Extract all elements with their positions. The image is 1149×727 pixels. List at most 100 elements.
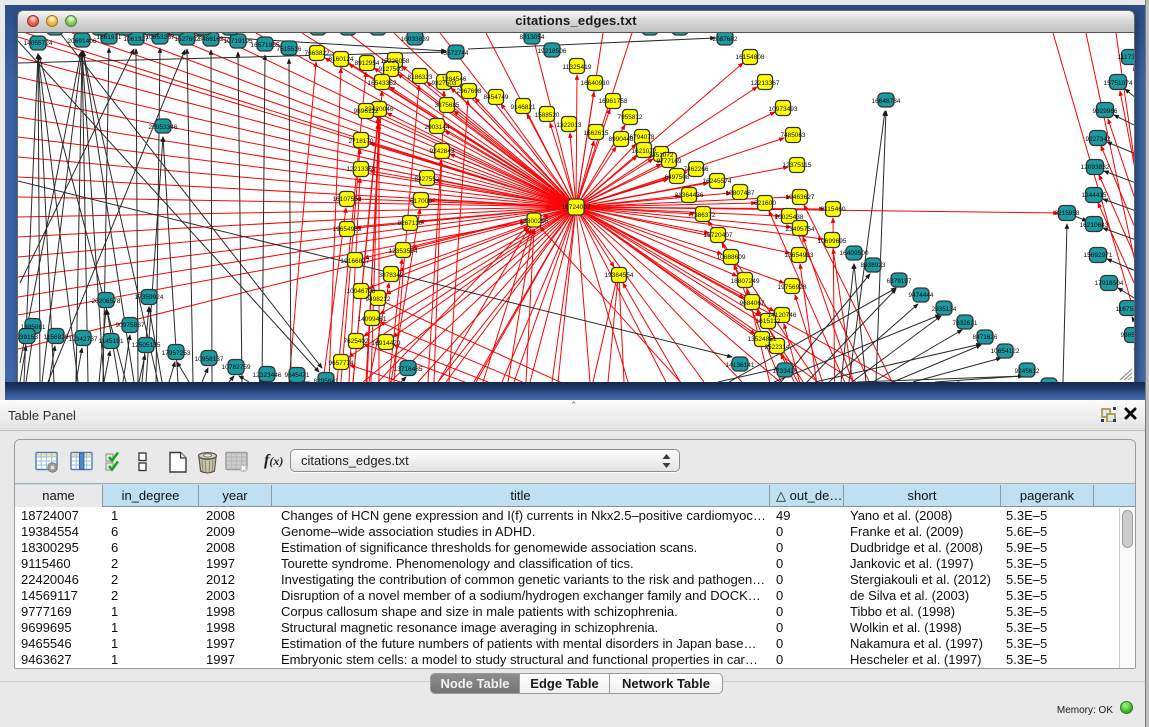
svg-text:10046798: 10046798 — [347, 288, 376, 295]
svg-text:9146821: 9146821 — [511, 104, 536, 111]
svg-text:15751074: 15751074 — [1104, 80, 1133, 87]
svg-text:7515526: 7515526 — [277, 46, 302, 53]
svg-text:19384554: 19384554 — [605, 272, 634, 279]
svg-text:9498212: 9498212 — [366, 296, 391, 303]
svg-text:11325419: 11325419 — [563, 64, 592, 71]
svg-text:2087682: 2087682 — [713, 36, 738, 43]
svg-text:1861971: 1861971 — [97, 34, 122, 41]
svg-text:3572744: 3572744 — [444, 50, 469, 57]
svg-text:19218506: 19218506 — [538, 48, 567, 55]
svg-text:12353594: 12353594 — [389, 248, 418, 255]
svg-text:1615112: 1615112 — [756, 318, 781, 325]
svg-text:16245574: 16245574 — [703, 178, 732, 185]
svg-text:10782759: 10782759 — [222, 364, 251, 371]
svg-text:7462266: 7462266 — [684, 166, 709, 173]
svg-text:10688609: 10688609 — [717, 254, 746, 261]
svg-text:17359924: 17359924 — [135, 294, 164, 301]
svg-text:1156829: 1156829 — [44, 334, 69, 341]
svg-text:13524851: 13524851 — [748, 336, 777, 343]
svg-text:10973493: 10973493 — [769, 106, 798, 113]
svg-text:15720407: 15720407 — [704, 232, 733, 239]
svg-text:2967608: 2967608 — [457, 88, 482, 95]
svg-text:9896112: 9896112 — [354, 108, 379, 115]
svg-text:10958137: 10958137 — [195, 356, 224, 363]
svg-text:16640910: 16640910 — [581, 80, 610, 87]
svg-text:14099481: 14099481 — [358, 316, 387, 323]
svg-text:1117352: 1117352 — [1118, 54, 1136, 61]
svg-text:14136141: 14136141 — [726, 362, 755, 369]
svg-text:12342737: 12342737 — [69, 336, 98, 343]
svg-text:7663822: 7663822 — [305, 50, 330, 57]
svg-text:8186323: 8186323 — [408, 74, 433, 81]
svg-text:8267130: 8267130 — [398, 220, 423, 227]
svg-text:6794078: 6794078 — [630, 134, 655, 141]
svg-text:9645471: 9645471 — [285, 372, 310, 379]
svg-text:1733426: 1733426 — [773, 368, 798, 375]
svg-text:7955812: 7955812 — [618, 114, 643, 121]
svg-text:19756928: 19756928 — [778, 284, 807, 291]
svg-text:1284546: 1284546 — [442, 76, 467, 83]
svg-text:12505135: 12505135 — [132, 342, 161, 349]
svg-text:8466162: 8466162 — [199, 36, 224, 43]
svg-text:9474444: 9474444 — [909, 292, 934, 299]
svg-text:1145191: 1145191 — [99, 338, 124, 345]
svg-text:1322013: 1322013 — [557, 122, 582, 129]
svg-text:12323446: 12323446 — [253, 372, 282, 379]
svg-text:19166827: 19166827 — [341, 258, 370, 265]
svg-text:7386372: 7386372 — [691, 212, 716, 219]
svg-text:621600: 621600 — [754, 200, 776, 207]
svg-text:16107553: 16107553 — [333, 196, 362, 203]
svg-text:1385061: 1385061 — [21, 324, 46, 331]
svg-text:7632621: 7632621 — [953, 320, 978, 327]
svg-text:8813054: 8813054 — [520, 34, 545, 41]
svg-text:3215958: 3215958 — [1055, 210, 1080, 217]
svg-text:15692971: 15692971 — [1084, 252, 1113, 259]
svg-text:617006: 617006 — [410, 198, 432, 205]
svg-text:20691406: 20691406 — [68, 38, 97, 45]
svg-text:1167533: 1167533 — [1116, 306, 1136, 313]
svg-text:16409500: 16409500 — [840, 250, 869, 257]
svg-text:8160124: 8160124 — [329, 56, 354, 63]
svg-text:8454749: 8454749 — [484, 94, 509, 101]
svg-text:14055724: 14055724 — [24, 40, 53, 47]
svg-text:9657774: 9657774 — [329, 360, 354, 367]
svg-text:16543362: 16543362 — [368, 80, 397, 87]
svg-text:7485063: 7485063 — [781, 132, 806, 139]
svg-text:9329966: 9329966 — [1093, 108, 1118, 115]
svg-text:16571955: 16571955 — [251, 42, 280, 49]
svg-text:10025438: 10025438 — [775, 214, 804, 221]
svg-text:16648784: 16648784 — [872, 98, 901, 105]
svg-text:16914479: 16914479 — [372, 340, 401, 347]
svg-text:10654122: 10654122 — [991, 348, 1020, 355]
svg-text:1527602: 1527602 — [175, 36, 200, 43]
svg-text:19463627: 19463627 — [786, 194, 815, 201]
svg-text:10807487: 10807487 — [726, 190, 755, 197]
svg-text:12213369: 12213369 — [347, 166, 376, 173]
svg-text:8427552: 8427552 — [415, 176, 440, 183]
svg-text:8938923: 8938923 — [861, 262, 886, 269]
svg-text:1588520: 1588520 — [535, 112, 560, 119]
svg-text:2935134: 2935134 — [932, 306, 957, 313]
svg-text:23495754: 23495754 — [786, 226, 815, 233]
svg-text:1244415: 1244415 — [1082, 192, 1107, 199]
svg-text:2903144: 2903144 — [425, 124, 450, 131]
svg-text:90975887: 90975887 — [116, 322, 145, 329]
svg-text:13654923: 13654923 — [785, 252, 814, 259]
svg-text:8471626: 8471626 — [973, 334, 998, 341]
svg-text:6379197: 6379197 — [887, 278, 912, 285]
svg-text:19654982: 19654982 — [333, 226, 362, 233]
svg-text:17018504: 17018504 — [1095, 280, 1124, 287]
svg-text:2522314: 2522314 — [765, 344, 790, 351]
svg-text:21364436: 21364436 — [675, 192, 704, 199]
svg-text:9127503: 9127503 — [379, 66, 404, 73]
svg-text:9242843: 9242843 — [430, 148, 455, 155]
svg-text:17957253: 17957253 — [162, 350, 191, 357]
svg-text:12213367: 12213367 — [751, 80, 780, 87]
svg-text:3878342: 3878342 — [379, 272, 404, 279]
svg-text:939153: 939153 — [18, 334, 38, 341]
svg-text:6497508: 6497508 — [665, 174, 690, 181]
svg-text:20053346: 20053346 — [149, 124, 178, 131]
svg-text:18300295: 18300295 — [520, 218, 549, 225]
svg-text:16154808: 16154808 — [736, 54, 765, 61]
svg-text:10653267: 10653267 — [146, 34, 175, 41]
